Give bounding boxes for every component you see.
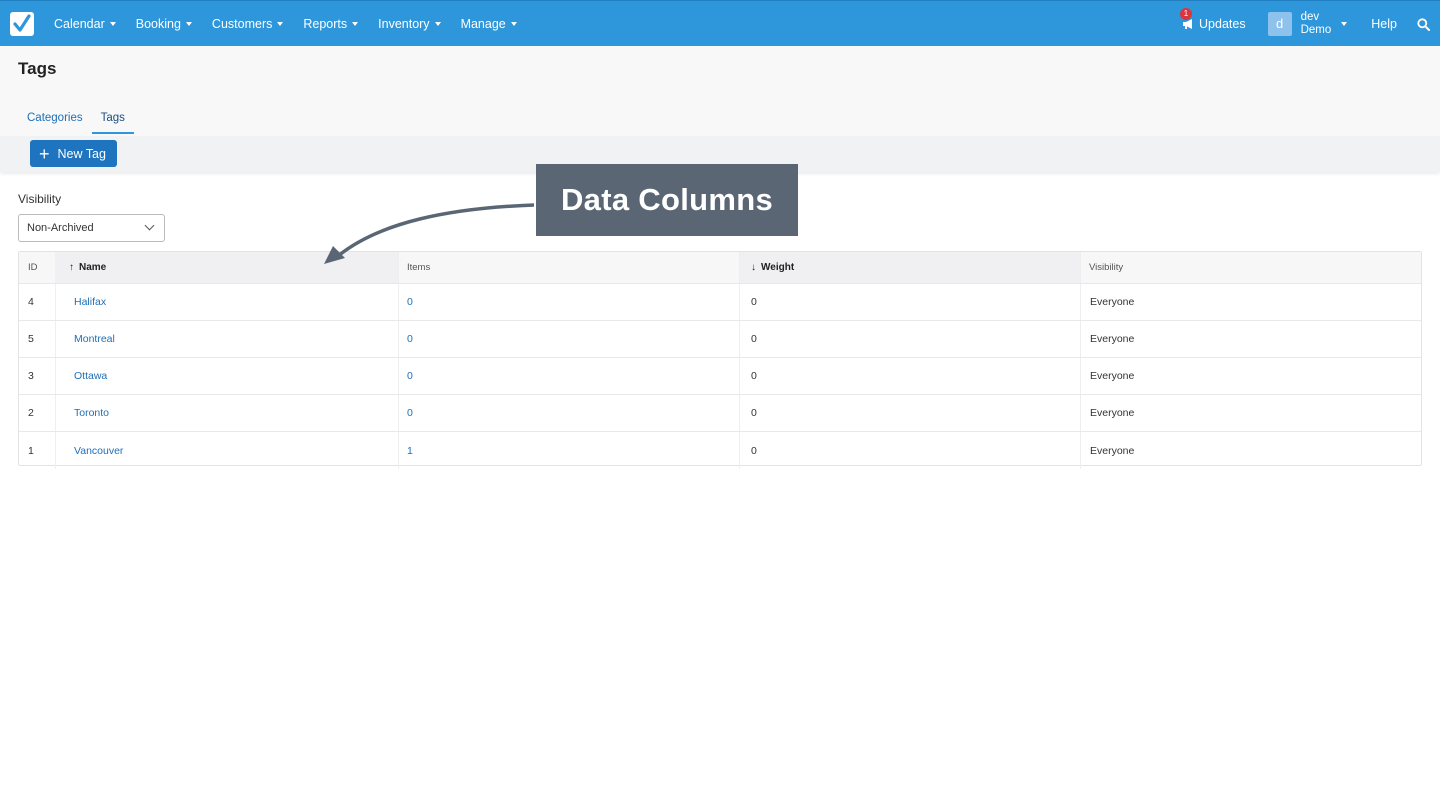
- sort-descending-icon: ↓: [751, 262, 756, 273]
- cell-name-link[interactable]: Vancouver: [56, 432, 399, 469]
- cell-visibility: Everyone: [1090, 333, 1135, 345]
- nav-customers[interactable]: Customers: [202, 1, 293, 47]
- help-link[interactable]: Help: [1357, 1, 1411, 47]
- top-navbar: Calendar Booking Customers Reports Inven…: [0, 0, 1440, 46]
- cell-weight: 0: [740, 284, 1081, 320]
- column-header-visibility-label: Visibility: [1089, 262, 1124, 273]
- cell-name-link[interactable]: Toronto: [56, 395, 399, 431]
- nav-booking-label: Booking: [135, 17, 181, 31]
- cell-visibility: Everyone: [1090, 407, 1135, 419]
- app-logo-checkmark-icon[interactable]: [10, 12, 34, 36]
- cell-visibility: Everyone: [1090, 296, 1135, 308]
- visibility-select-value: Non-Archived: [27, 222, 94, 234]
- column-header-name[interactable]: ↑ Name: [56, 252, 399, 283]
- nav-customers-label: Customers: [211, 17, 273, 31]
- column-header-items[interactable]: Items: [399, 252, 740, 283]
- caret-down-icon: [277, 22, 284, 26]
- cell-items-link[interactable]: 0: [399, 395, 740, 431]
- visibility-select[interactable]: Non-Archived: [18, 214, 165, 242]
- nav-inventory-label: Inventory: [378, 17, 430, 31]
- visibility-filter-label: Visibility: [18, 192, 62, 206]
- caret-down-icon: [352, 22, 359, 26]
- updates-button[interactable]: 1 Updates: [1170, 1, 1258, 47]
- table-row: 3 Ottawa 0 0 Everyone: [19, 358, 1421, 395]
- user-name-line1: dev: [1300, 11, 1320, 23]
- tab-categories[interactable]: Categories: [18, 103, 92, 134]
- nav-reports[interactable]: Reports: [293, 1, 368, 47]
- table-header-row: ID ↑ Name Items ↓ Weight Visibility: [19, 252, 1421, 284]
- nav-booking[interactable]: Booking: [126, 1, 202, 47]
- new-tag-button[interactable]: + New Tag: [30, 140, 117, 167]
- updates-label: Updates: [1199, 17, 1246, 31]
- user-name-line2: Demo: [1300, 24, 1332, 36]
- cell-id: 3: [19, 358, 56, 394]
- cell-name-link[interactable]: Halifax: [56, 284, 399, 320]
- page-title: Tags: [18, 59, 57, 78]
- column-header-id-label: ID: [28, 262, 38, 273]
- chevron-down-icon: [144, 220, 155, 231]
- cell-name-link[interactable]: Montreal: [56, 321, 399, 357]
- column-header-weight-label: Weight: [761, 262, 795, 273]
- nav-manage-label: Manage: [460, 17, 506, 31]
- caret-down-icon: [1341, 22, 1348, 26]
- nav-reports-label: Reports: [303, 17, 348, 31]
- updates-badge: 1: [1180, 8, 1193, 20]
- column-header-weight[interactable]: ↓ Weight: [740, 252, 1081, 283]
- tab-bar: Categories Tags: [18, 103, 134, 134]
- avatar: d: [1267, 12, 1292, 36]
- cell-visibility: Everyone: [1090, 370, 1135, 382]
- table-row: 2 Toronto 0 0 Everyone: [19, 395, 1421, 432]
- cell-items-link[interactable]: 0: [399, 284, 740, 320]
- nav-calendar[interactable]: Calendar: [44, 1, 126, 47]
- cell-name-link[interactable]: Ottawa: [56, 358, 399, 394]
- tags-table: ID ↑ Name Items ↓ Weight Visibility 4 Hali…: [18, 251, 1422, 469]
- caret-down-icon: [510, 22, 517, 26]
- column-header-id[interactable]: ID: [19, 252, 56, 283]
- nav-manage[interactable]: Manage: [451, 1, 527, 47]
- user-names: dev Demo: [1301, 11, 1332, 37]
- main-nav: Calendar Booking Customers Reports Inven…: [44, 1, 527, 47]
- cell-items-link[interactable]: 0: [399, 321, 740, 357]
- caret-down-icon: [434, 22, 441, 26]
- cell-visibility: Everyone: [1090, 444, 1135, 457]
- cell-items-link[interactable]: 1: [399, 432, 740, 469]
- caret-down-icon: [185, 22, 192, 26]
- cell-id: 1: [19, 432, 56, 469]
- new-tag-label: New Tag: [57, 146, 106, 161]
- annotation-callout: Data Columns: [536, 164, 798, 236]
- user-menu[interactable]: d dev Demo: [1258, 1, 1358, 47]
- table-row: 4 Halifax 0 0 Everyone: [19, 284, 1421, 321]
- column-header-items-label: Items: [407, 262, 431, 273]
- sort-ascending-icon: ↑: [69, 262, 74, 273]
- cell-weight: 0: [740, 321, 1081, 357]
- column-header-name-label: Name: [79, 262, 107, 273]
- cell-items-link[interactable]: 0: [399, 358, 740, 394]
- caret-down-icon: [109, 22, 116, 26]
- table-row: 5 Montreal 0 0 Everyone: [19, 321, 1421, 358]
- nav-calendar-label: Calendar: [54, 17, 105, 31]
- page-header: Tags Categories Tags: [0, 46, 1440, 136]
- cell-id: 2: [19, 395, 56, 431]
- column-header-visibility[interactable]: Visibility: [1081, 252, 1421, 283]
- cell-weight: 0: [740, 432, 1081, 469]
- cell-id: 5: [19, 321, 56, 357]
- nav-inventory[interactable]: Inventory: [368, 1, 450, 47]
- search-icon[interactable]: [1411, 1, 1440, 47]
- tab-tags[interactable]: Tags: [91, 103, 134, 134]
- table-row: 1 Vancouver 1 0 Everyone: [19, 432, 1421, 469]
- right-nav: 1 Updates d dev Demo Help: [1170, 1, 1440, 47]
- plus-icon: +: [39, 143, 50, 164]
- cell-weight: 0: [740, 395, 1081, 431]
- cell-weight: 0: [740, 358, 1081, 394]
- cell-id: 4: [19, 284, 56, 320]
